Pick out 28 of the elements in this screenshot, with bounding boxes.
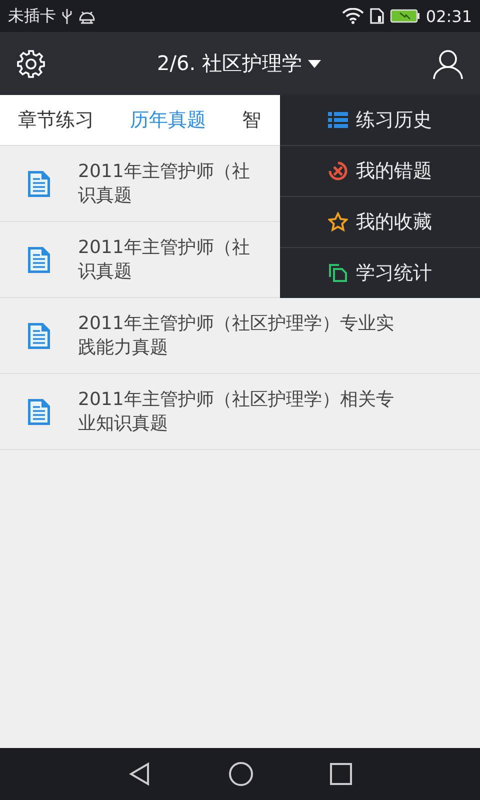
exam-title-line[interactable]: 2011年主管护师（社	[78, 160, 250, 184]
recents-icon[interactable]	[330, 763, 352, 785]
carrier-text: 未插卡	[8, 6, 56, 26]
user-icon[interactable]	[432, 48, 464, 80]
tab[interactable]: 历年真题	[130, 107, 206, 133]
home-icon[interactable]	[228, 761, 254, 787]
copy-icon	[328, 263, 348, 283]
exam-title-line[interactable]: 识真题	[78, 184, 250, 208]
settings-icon[interactable]	[16, 48, 46, 78]
exam-title-line[interactable]: 识真题	[78, 260, 250, 284]
sim-icon	[370, 8, 384, 24]
tab[interactable]: 章节练习	[18, 107, 94, 133]
battery-icon	[390, 9, 420, 23]
exam-title-line[interactable]: 2011年主管护师（社	[78, 236, 250, 260]
exam-title-line[interactable]: 践能力真题	[78, 336, 394, 360]
course-title[interactable]: 2/6. 社区护理学	[157, 50, 302, 77]
dropdown-caret-icon[interactable]	[308, 60, 321, 68]
star-icon	[328, 212, 348, 232]
usb-icon	[62, 8, 72, 24]
exam-title-line[interactable]: 2011年主管护师（社区护理学）相关专	[78, 388, 394, 412]
wifi-icon	[342, 8, 364, 24]
exam-title-line[interactable]: 2011年主管护师（社区护理学）专业实	[78, 312, 394, 336]
back-icon[interactable]	[128, 762, 152, 786]
tab[interactable]: 智	[242, 107, 261, 133]
clock-text: 02:31	[426, 6, 472, 26]
cross-circle-icon	[328, 161, 348, 181]
exam-title-line[interactable]: 业知识真题	[78, 412, 394, 436]
list-icon	[328, 111, 348, 129]
